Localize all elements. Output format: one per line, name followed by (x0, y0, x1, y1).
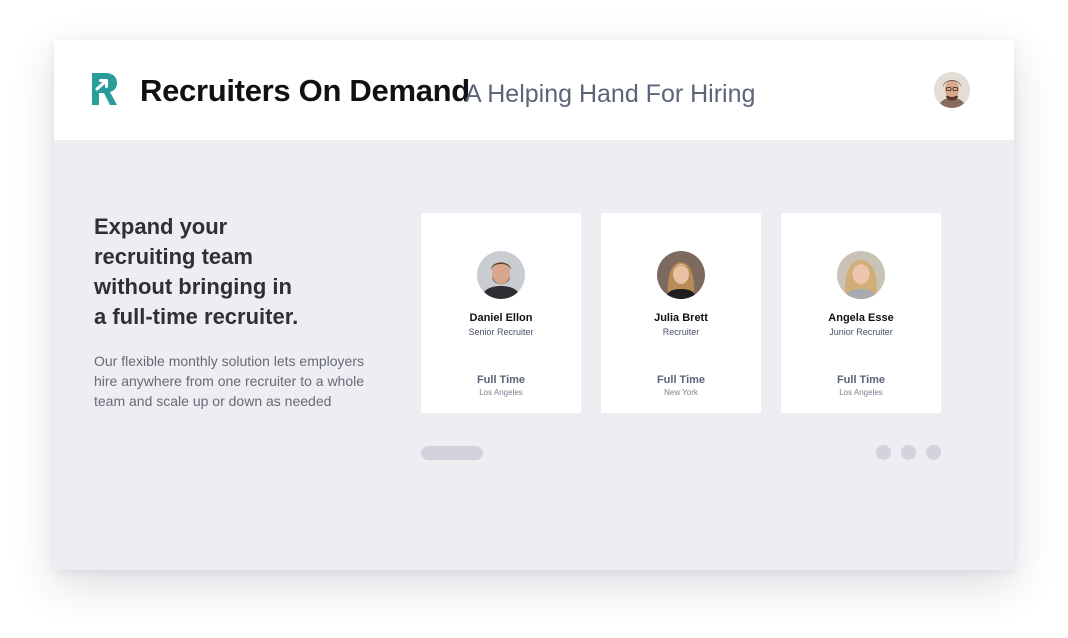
header-bar: Recruiters On Demand A Helping Hand For … (54, 40, 1014, 140)
recruiter-role: Recruiter (662, 327, 700, 337)
recruiter-role: Junior Recruiter (829, 327, 893, 337)
headline-line: without bringing in (94, 274, 292, 299)
recruiter-card[interactable]: Julia Brett Recruiter Full Time New York (601, 213, 761, 413)
r-arrow-logo-icon[interactable] (92, 73, 118, 105)
carousel-dot[interactable] (901, 445, 916, 460)
headline-line: recruiting team (94, 244, 253, 269)
headline-line: Expand your (94, 214, 228, 239)
recruiter-location: Los Angeles (479, 388, 523, 397)
recruiter-name: Daniel Ellon (469, 312, 533, 324)
brand-title[interactable]: Recruiters On Demand (140, 73, 470, 109)
description-line: Our flexible monthly solution lets emplo… (94, 353, 365, 369)
recruiter-avatar (657, 251, 705, 299)
hero-description: Our flexible monthly solution lets emplo… (94, 351, 394, 411)
recruiter-name: Julia Brett (654, 312, 708, 324)
brand-tagline: A Helping Hand For Hiring (465, 80, 756, 108)
hero-headline: Expand your recruiting team without brin… (94, 212, 394, 332)
carousel-dot[interactable] (926, 445, 941, 460)
app-window: Recruiters On Demand A Helping Hand For … (54, 40, 1014, 570)
recruiter-name: Angela Esse (828, 312, 894, 324)
recruiter-location: Los Angeles (839, 388, 883, 397)
recruiter-card[interactable]: Angela Esse Junior Recruiter Full Time L… (781, 213, 941, 413)
recruiter-avatar (477, 251, 525, 299)
description-line: hire anywhere from one recruiter to a wh… (94, 373, 365, 389)
carousel-dot[interactable] (876, 445, 891, 460)
recruiter-role: Senior Recruiter (468, 327, 534, 337)
employment-type: Full Time (656, 374, 706, 386)
recruiter-card[interactable]: Daniel Ellon Senior Recruiter Full Time … (421, 213, 581, 413)
recruiter-location: New York (664, 388, 698, 397)
headline-line: a full-time recruiter. (94, 304, 299, 329)
recruiter-avatar (837, 251, 885, 299)
carousel-scrollbar[interactable] (421, 446, 483, 460)
employment-type: Full Time (836, 374, 886, 386)
employment-type: Full Time (476, 374, 526, 386)
description-line: team and scale up or down as needed (94, 393, 332, 409)
user-avatar-icon[interactable] (934, 72, 970, 108)
